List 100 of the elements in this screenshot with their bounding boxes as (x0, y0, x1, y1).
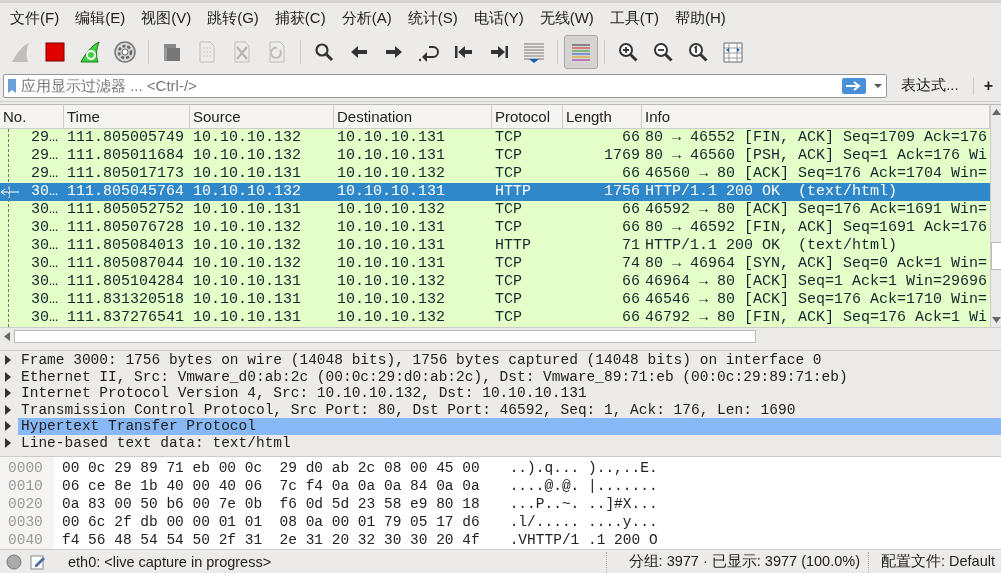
packet-row[interactable]: 30… 111.805045764 10.10.10.132 10.10.10.131 HTTP 1756 HTTP/1.1 200 OK (text/html) (0, 183, 991, 201)
expression-button[interactable]: 表达式... (893, 76, 967, 95)
table-cell-text: 80 → 46592 [FIN, ACK] Seq=1691 Ack=176 (644, 219, 989, 237)
table-cell-text: 10.10.10.132 (336, 273, 447, 291)
packet-row[interactable]: 30… 111.805104284 10.10.10.131 10.10.10.132 TCP 66 46964 → 80 [ACK] Seq=1 Ack=1 Win=29696 (0, 273, 991, 291)
byte-offset: 0040 (8, 531, 44, 549)
ascii-bytes: ...P..~. ..]#X... (509, 495, 658, 513)
table-cell-text: 30… (30, 237, 59, 255)
table-cell-text: 111.805005749 (66, 129, 186, 147)
table-cell-text: 111.805052752 (66, 201, 186, 219)
table-cell-text: 111.805076728 (66, 219, 186, 237)
packet-row[interactable]: 30… 111.805087044 10.10.10.132 10.10.10.131 TCP 74 80 → 46964 [SYN, ACK] Seq=0 Ack=1 Win= (0, 255, 991, 273)
byte-offset: 0010 (8, 477, 44, 495)
column-header[interactable]: Source (190, 105, 334, 128)
table-cell-text: 10.10.10.132 (192, 255, 303, 273)
table-cell-text: TCP (494, 273, 523, 291)
table-cell-text: 111.837276541 (66, 309, 186, 327)
add-filter-button[interactable]: + (972, 76, 999, 95)
column-header[interactable]: Destination (334, 105, 492, 128)
table-cell-text: 10.10.10.131 (336, 183, 447, 201)
hex-bytes: f4 56 48 54 54 50 2f 31 2e 31 20 32 30 30 20 4f (62, 531, 480, 549)
table-cell-text: 10.10.10.132 (192, 237, 303, 255)
byte-offset: 0030 (8, 513, 44, 531)
table-cell-text: 66 (621, 219, 641, 237)
table-cell-text: 10.10.10.131 (192, 165, 303, 183)
table-cell-text: 10.10.10.131 (192, 291, 303, 309)
menu-item[interactable]: 跳转(G) (199, 9, 267, 28)
table-cell-text: 30… (30, 255, 59, 273)
table-cell-text: HTTP (494, 183, 532, 201)
menu-item[interactable]: 分析(A) (333, 9, 400, 28)
menu-item[interactable]: 工具(T) (601, 9, 667, 28)
table-cell-text: 80 → 46964 [SYN, ACK] Seq=0 Ack=1 Win= (644, 255, 989, 273)
table-cell-text: 66 (621, 291, 641, 309)
table-cell-text: 30… (30, 219, 59, 237)
table-cell-text: 71 (621, 237, 641, 255)
packet-row[interactable]: 30… 111.831320518 10.10.10.131 10.10.10.132 TCP 66 46546 → 80 [ACK] Seq=176 Ack=1710 Win= (0, 291, 991, 309)
table-cell-text: 80 → 46552 [FIN, ACK] Seq=1709 Ack=176 (644, 129, 989, 147)
protocol-tree-item[interactable]: Frame 3000: 1756 bytes on wire (14048 bits), 1756 bytes captured (14048 bits) on interface 0 (18, 352, 1001, 369)
table-cell-text: 1756 (603, 183, 641, 201)
byte-offset: 0020 (8, 495, 44, 513)
packet-row[interactable]: 30… 111.805076728 10.10.10.132 10.10.10.131 TCP 66 80 → 46592 [FIN, ACK] Seq=1691 Ack=176 (0, 219, 991, 237)
table-cell-text: 10.10.10.132 (336, 309, 447, 327)
table-cell-text: 10.10.10.131 (192, 273, 303, 291)
table-cell-text: 10.10.10.132 (192, 183, 303, 201)
hex-bytes: 0a 83 00 50 b6 00 7e 0b f6 0d 5d 23 58 e9 80 18 (62, 495, 480, 513)
table-cell-text: 30… (30, 183, 59, 201)
packet-row[interactable]: 29… 111.805011684 10.10.10.132 10.10.10.131 TCP 1769 80 → 46560 [PSH, ACK] Seq=1 Ack=176 Wi (0, 147, 991, 165)
menu-item[interactable]: 无线(W) (531, 9, 602, 28)
column-header[interactable]: No. (0, 105, 64, 128)
ascii-bytes: .l/..... ....y... (509, 513, 658, 531)
packet-row[interactable]: 30… 111.805084013 10.10.10.132 10.10.10.131 HTTP 71 HTTP/1.1 200 OK (text/html) (0, 237, 991, 255)
menu-item[interactable]: 捕获(C) (266, 9, 334, 28)
byte-offset: 0000 (8, 459, 44, 477)
menu-item[interactable]: 帮助(H) (666, 9, 734, 28)
packet-row[interactable]: 29… 111.805005749 10.10.10.132 10.10.10.131 TCP 66 80 → 46552 [FIN, ACK] Seq=1709 Ack=176 (0, 129, 991, 147)
column-header[interactable]: Length (563, 105, 642, 128)
table-cell-text: 30… (30, 273, 59, 291)
table-cell-text: HTTP (494, 237, 532, 255)
packet-row[interactable]: 30… 111.837276541 10.10.10.131 10.10.10.132 TCP 66 46792 → 80 [FIN, ACK] Seq=176 Ack=1 Wi (0, 309, 991, 327)
table-cell-text: 111.805084013 (66, 237, 186, 255)
table-cell-text: 10.10.10.131 (336, 255, 447, 273)
table-cell-text: 66 (621, 309, 641, 327)
packet-row[interactable]: 29… 111.805017173 10.10.10.131 10.10.10.132 TCP 66 46560 → 80 [ACK] Seq=176 Ack=1704 Win= (0, 165, 991, 183)
table-cell-text: TCP (494, 309, 523, 327)
table-cell-text: 10.10.10.131 (336, 129, 447, 147)
table-cell-text: 46546 → 80 [ACK] Seq=176 Ack=1710 Win= (644, 291, 989, 309)
table-cell-text: 10.10.10.131 (192, 309, 303, 327)
table-cell-text: TCP (494, 291, 523, 309)
table-cell-text: 66 (621, 129, 641, 147)
menu-item[interactable]: 文件(F) (2, 9, 68, 28)
table-cell-text: 111.805087044 (66, 255, 186, 273)
table-cell-text: 66 (621, 165, 641, 183)
menu-item[interactable]: 电话(Y) (465, 9, 532, 28)
column-header[interactable]: Protocol (492, 105, 563, 128)
protocol-tree-item[interactable]: Ethernet II, Src: Vmware_d0:ab:2c (00:0c:29:d0:ab:2c), Dst: Vmware_89:71:eb (00:0c:29:89:71:eb) (18, 368, 1001, 385)
column-header[interactable]: Time (64, 105, 190, 128)
display-filter-input[interactable]: 应用显示过滤器 ... <Ctrl-/> (21, 77, 839, 94)
table-cell-text: 10.10.10.131 (336, 237, 447, 255)
table-cell-text: 30… (30, 201, 59, 219)
table-cell-text: HTTP/1.1 200 OK (text/html) (644, 183, 899, 201)
table-cell-text: 111.805011684 (66, 147, 186, 165)
protocol-tree-item[interactable]: Hypertext Transfer Protocol (18, 418, 1001, 435)
table-cell-text: 66 (621, 273, 641, 291)
table-cell-text: 66 (621, 201, 641, 219)
table-cell-text: 46964 → 80 [ACK] Seq=1 Ack=1 Win=29696 (644, 273, 989, 291)
protocol-tree-item[interactable]: Line-based text data: text/html (18, 434, 1001, 451)
protocol-tree-item[interactable]: Transmission Control Protocol, Src Port: 80, Dst Port: 46592, Seq: 1, Ack: 176, Len: 1690 (18, 401, 1001, 418)
protocol-tree-item[interactable]: Internet Protocol Version 4, Src: 10.10.10.132, Dst: 10.10.10.131 (18, 385, 1001, 402)
menu-item[interactable]: 视图(V) (133, 9, 200, 28)
menu-item[interactable]: 统计(S) (399, 9, 466, 28)
table-cell-text: 10.10.10.132 (192, 219, 303, 237)
table-cell-text: 30… (30, 309, 59, 327)
table-cell-text: 1769 (603, 147, 641, 165)
profile-label[interactable]: 配置文件: Default (881, 552, 995, 571)
table-cell-text: TCP (494, 165, 523, 183)
display-filter-field[interactable]: 应用显示过滤器 ... <Ctrl-/> (3, 73, 888, 98)
ascii-bytes: ....@.@. |....... (509, 477, 658, 495)
menu-item[interactable]: 编辑(E) (67, 9, 134, 28)
packet-row[interactable]: 30… 111.805052752 10.10.10.131 10.10.10.132 TCP 66 46592 → 80 [ACK] Seq=176 Ack=1691 Win= (0, 201, 991, 219)
table-cell-text: 30… (30, 291, 59, 309)
